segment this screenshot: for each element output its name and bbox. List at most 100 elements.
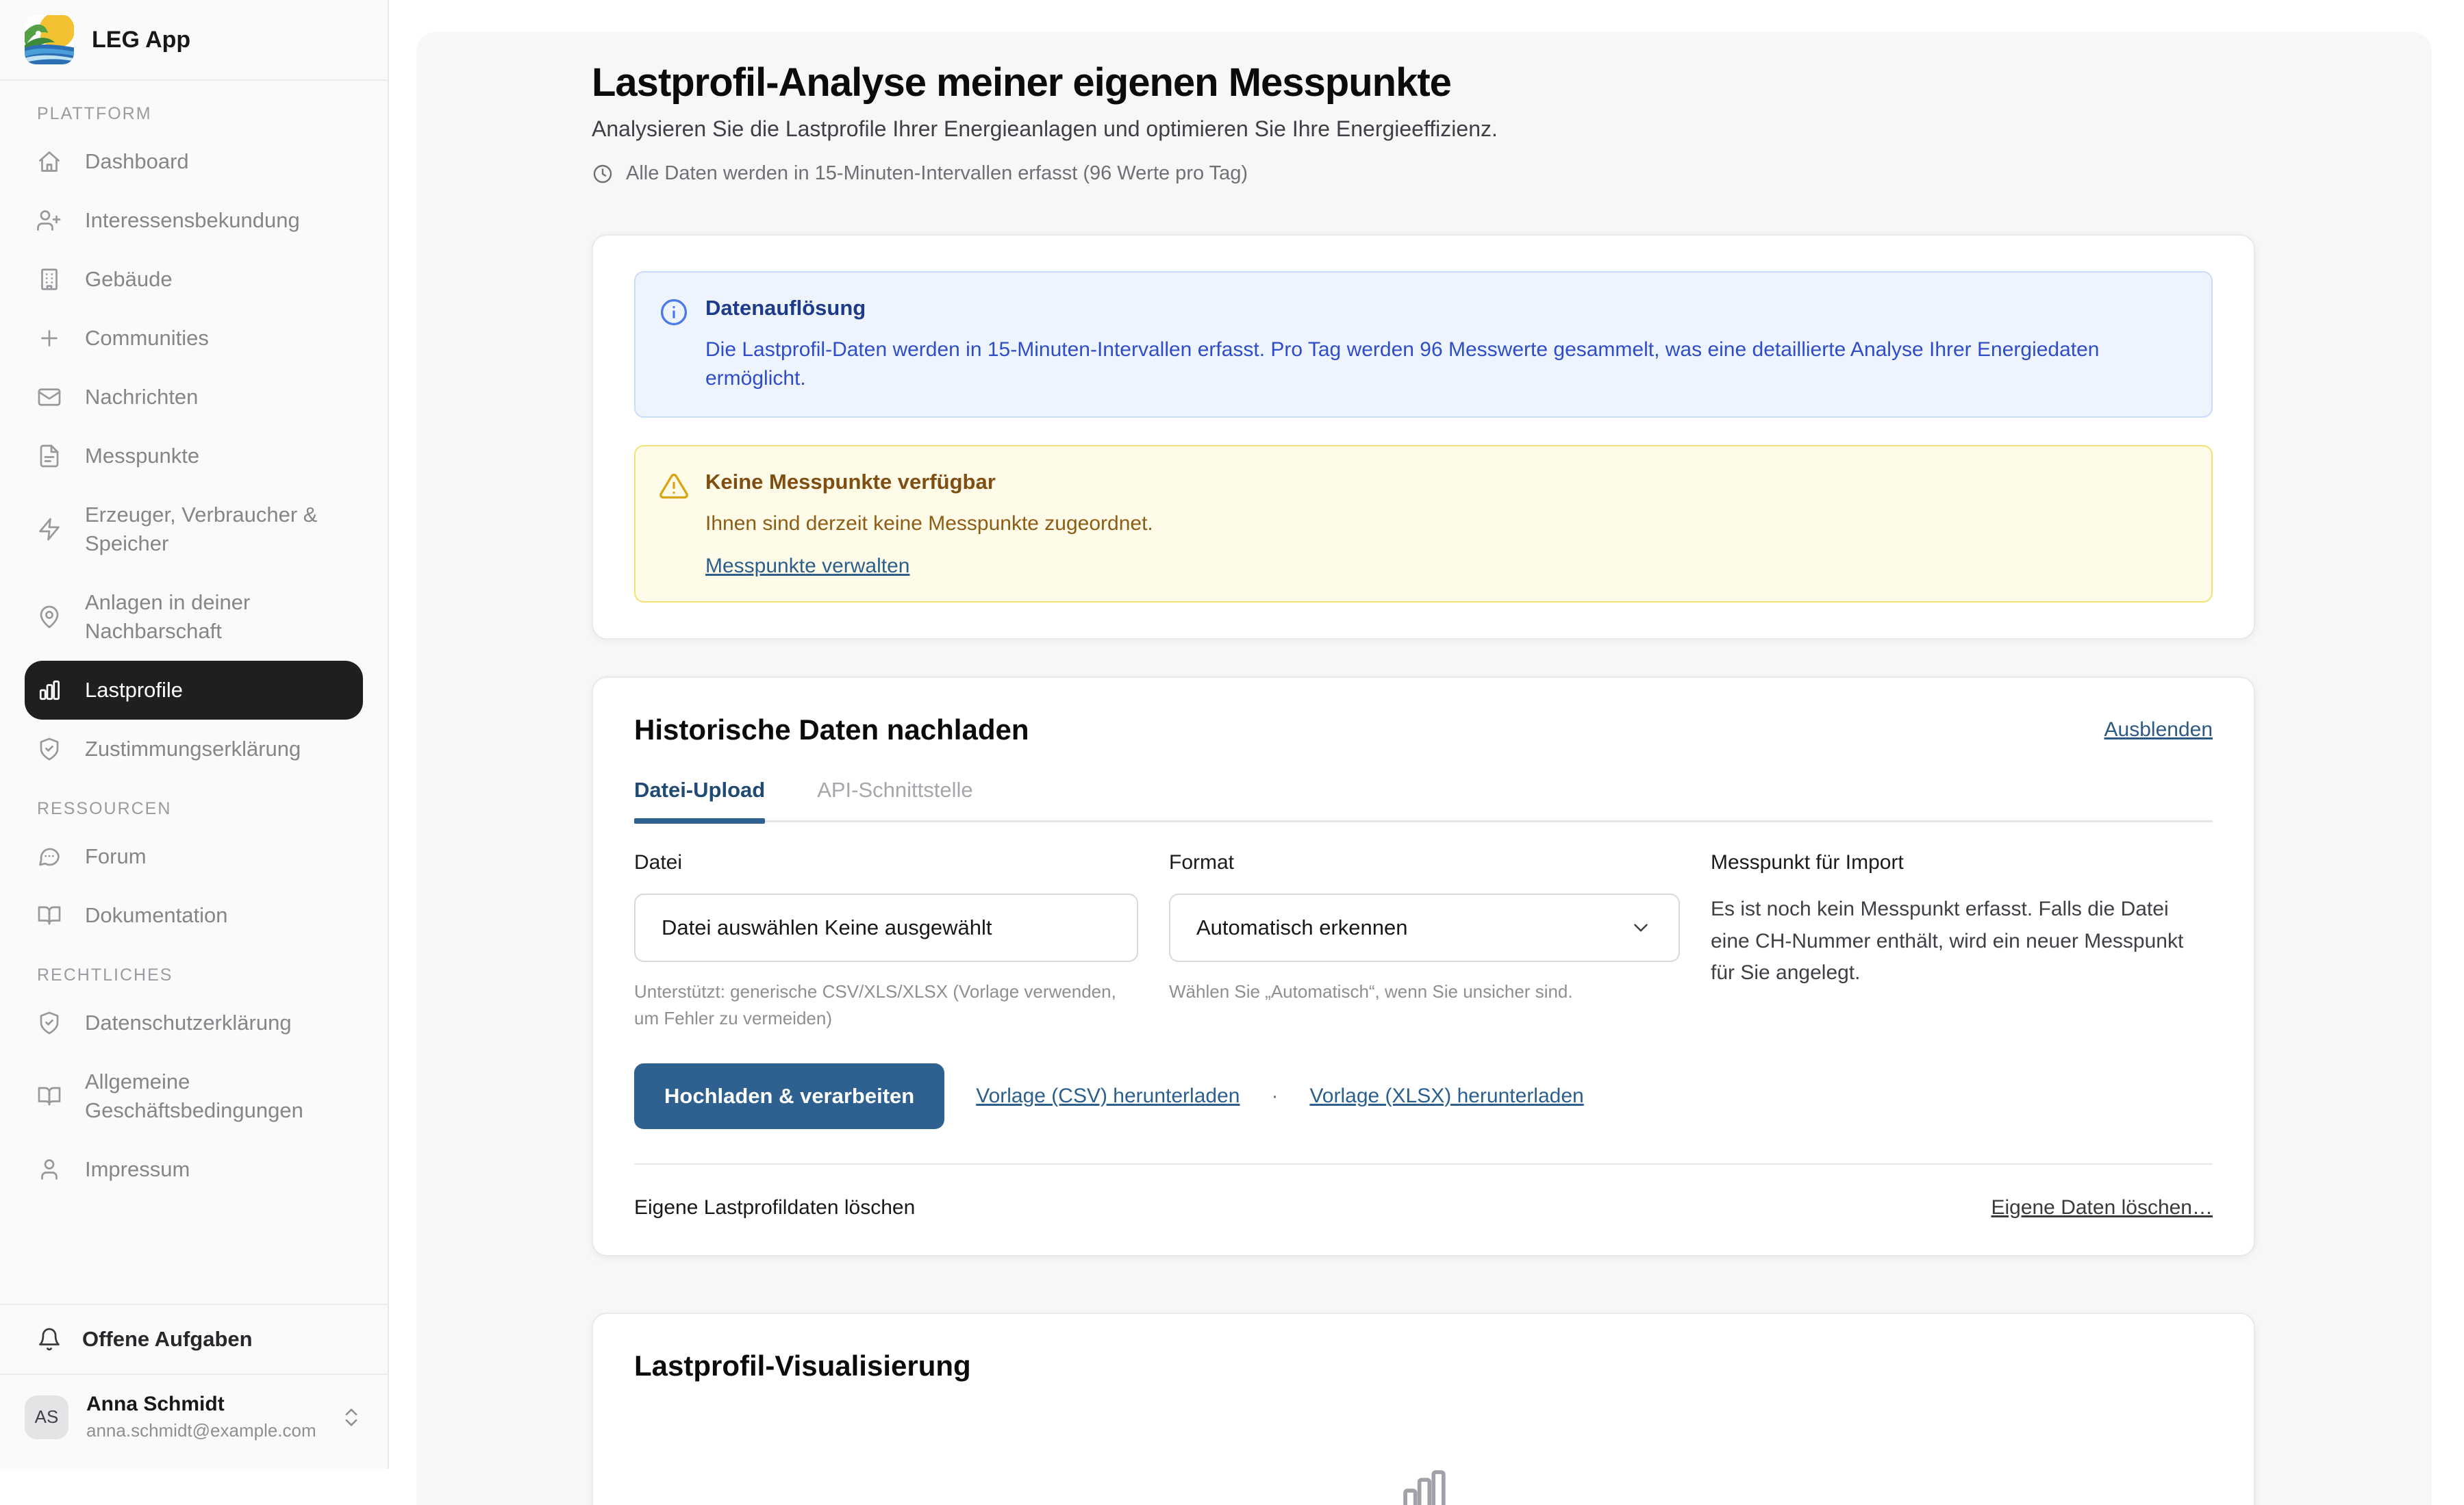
nav-section-label: RESSOURCEN: [37, 799, 363, 819]
sidebar-item-dokumentation[interactable]: Dokumentation: [25, 886, 363, 945]
plus-icon: [37, 326, 62, 351]
sidebar-item-label: Dokumentation: [85, 901, 228, 930]
info-icon: [659, 297, 689, 327]
app-logo-icon: [25, 15, 74, 64]
template-csv-link[interactable]: Vorlage (CSV) herunterladen: [976, 1085, 1240, 1108]
info-notice: Datenauflösung Die Lastprofil-Daten werd…: [634, 271, 2213, 418]
file-helper-text: Unterstützt: generische CSV/XLS/XLSX (Vo…: [634, 978, 1138, 1032]
file-field-column: Datei Datei auswählen Keine ausgewählt U…: [634, 851, 1138, 1032]
messpunkt-label: Messpunkt für Import: [1711, 851, 2213, 874]
warning-notice: Keine Messpunkte verfügbar Ihnen sind de…: [634, 445, 2213, 603]
zap-icon: [37, 517, 62, 542]
warning-notice-title: Keine Messpunkte verfügbar: [705, 470, 1153, 494]
building-icon: [37, 267, 62, 292]
info-notice-body: Die Lastprofil-Daten werden in 15-Minute…: [705, 336, 2188, 393]
sidebar-item-label: Messpunkte: [85, 442, 199, 470]
bar-chart-icon: [1398, 1465, 1450, 1505]
user-plus-icon: [37, 208, 62, 233]
upload-card: Historische Daten nachladen Ausblenden D…: [592, 676, 2255, 1256]
page-subtitle: Analysieren Sie die Lastprofile Ihrer En…: [592, 116, 2255, 142]
book-open-icon: [37, 1084, 62, 1109]
sidebar-item-label: Interessensbekundung: [85, 206, 300, 235]
sidebar-item-label: Anlagen in deiner Nachbarschaft: [85, 588, 351, 646]
sidebar-item-anlagen-in-deiner-nachbarschaft[interactable]: Anlagen in deiner Nachbarschaft: [25, 573, 363, 661]
map-pin-icon: [37, 605, 62, 629]
clock-icon: [592, 163, 614, 185]
warning-notice-body: Ihnen sind derzeit keine Messpunkte zuge…: [705, 512, 1153, 535]
file-input[interactable]: Datei auswählen Keine ausgewählt: [634, 894, 1138, 962]
open-tasks-label: Offene Aufgaben: [82, 1327, 253, 1352]
chevrons-up-down-icon[interactable]: [340, 1406, 363, 1429]
sidebar-item-forum[interactable]: Forum: [25, 827, 363, 886]
empty-state: Keine Daten verfügbar Wählen Sie einen M…: [634, 1465, 2213, 1505]
open-tasks-button[interactable]: Offene Aufgaben: [0, 1304, 388, 1375]
chevron-down-icon: [1629, 916, 1652, 939]
delete-own-data-label: Eigene Lastprofildaten löschen: [634, 1196, 915, 1219]
messpunkt-text: Es ist noch kein Messpunkt erfasst. Fall…: [1711, 894, 2213, 989]
tab-api-schnittstelle[interactable]: API-Schnittstelle: [817, 778, 972, 820]
info-notice-title: Datenauflösung: [705, 296, 2188, 320]
delete-own-data-link[interactable]: Eigene Daten löschen…: [1991, 1196, 2213, 1219]
sidebar-item-label: Gebäude: [85, 265, 173, 294]
visualization-card: Lastprofil-Visualisierung Keine Daten ve…: [592, 1313, 2255, 1505]
sidebar-item-messpunkte[interactable]: Messpunkte: [25, 427, 363, 485]
format-field-column: Format Automatisch erkennen Wählen Sie „…: [1169, 851, 1680, 1032]
sidebar-item-label: Datenschutzerklärung: [85, 1009, 292, 1037]
upload-tabs: Datei-Upload API-Schnittstelle: [634, 778, 2213, 822]
sidebar-item-erzeuger-verbraucher-speicher[interactable]: Erzeuger, Verbraucher & Speicher: [25, 485, 363, 573]
sidebar-item-label: Zustimmungserklärung: [85, 735, 301, 763]
user-menu[interactable]: AS Anna Schmidt anna.schmidt@example.com: [0, 1375, 388, 1469]
hide-link[interactable]: Ausblenden: [2104, 718, 2213, 742]
template-xlsx-link[interactable]: Vorlage (XLSX) herunterladen: [1309, 1085, 1583, 1108]
warning-triangle-icon: [659, 471, 689, 501]
shield-check-icon: [37, 737, 62, 761]
sidebar-item-label: Communities: [85, 324, 209, 353]
sidebar-item-impressum[interactable]: Impressum: [25, 1140, 363, 1199]
sidebar-item-allgemeine-geschäftsbedingungen[interactable]: Allgemeine Geschäftsbedingungen: [25, 1052, 363, 1140]
sidebar-item-gebäude[interactable]: Gebäude: [25, 250, 363, 309]
main-content: Lastprofil-Analyse meiner eigenen Messpu…: [416, 32, 2432, 1505]
sidebar-item-label: Nachrichten: [85, 383, 198, 412]
format-select[interactable]: Automatisch erkennen: [1169, 894, 1680, 962]
sidebar-item-datenschutzerklärung[interactable]: Datenschutzerklärung: [25, 994, 363, 1052]
user-email: anna.schmidt@example.com: [86, 1420, 322, 1441]
bar-chart-icon: [37, 678, 62, 703]
mail-icon: [37, 385, 62, 409]
shield-check-icon: [37, 1011, 62, 1035]
bell-icon: [37, 1327, 62, 1352]
sidebar-item-nachrichten[interactable]: Nachrichten: [25, 368, 363, 427]
sidebar-item-dashboard[interactable]: Dashboard: [25, 132, 363, 191]
manage-messpunkte-link[interactable]: Messpunkte verwalten: [705, 555, 909, 578]
card-divider: [634, 1163, 2213, 1165]
messpunkt-column: Messpunkt für Import Es ist noch kein Me…: [1711, 851, 2213, 1032]
sidebar-item-zustimmungserklärung[interactable]: Zustimmungserklärung: [25, 720, 363, 779]
app-header[interactable]: LEG App: [0, 0, 388, 81]
sidebar-item-label: Allgemeine Geschäftsbedingungen: [85, 1067, 351, 1125]
book-open-icon: [37, 903, 62, 928]
sidebar-item-label: Dashboard: [85, 147, 189, 176]
sidebar-item-interessensbekundung[interactable]: Interessensbekundung: [25, 191, 363, 250]
avatar: AS: [25, 1395, 68, 1439]
home-icon: [37, 149, 62, 174]
format-select-value: Automatisch erkennen: [1196, 915, 1407, 940]
app-title: LEG App: [92, 27, 190, 53]
sidebar-item-label: Erzeuger, Verbraucher & Speicher: [85, 501, 351, 558]
sidebar-item-label: Forum: [85, 842, 147, 871]
file-field-label: Datei: [634, 851, 1138, 874]
upload-button[interactable]: Hochladen & verarbeiten: [634, 1063, 944, 1129]
nav-section: RECHTLICHESDatenschutzerklärungAllgemein…: [25, 965, 363, 1199]
notices-card: Datenauflösung Die Lastprofil-Daten werd…: [592, 234, 2255, 640]
user-name: Anna Schmidt: [86, 1393, 322, 1416]
visualization-title: Lastprofil-Visualisierung: [634, 1350, 2213, 1382]
tab-datei-upload[interactable]: Datei-Upload: [634, 778, 765, 820]
sidebar-item-lastprofile[interactable]: Lastprofile: [25, 661, 363, 720]
nav-section-label: PLATTFORM: [37, 104, 363, 124]
sidebar-nav: PLATTFORM Dashboard Interessensbekundung Ge…: [0, 81, 388, 1304]
sidebar: LEG App PLATTFORM Dashboard Interessensbek…: [0, 0, 389, 1469]
sidebar-item-label: Lastprofile: [85, 676, 183, 705]
sidebar-item-communities[interactable]: Communities: [25, 309, 363, 368]
file-text-icon: [37, 444, 62, 468]
nav-section: PLATTFORM Dashboard Interessensbekundung Ge…: [25, 104, 363, 779]
page-meta: Alle Daten werden in 15-Minuten-Interval…: [592, 162, 2255, 185]
message-circle-icon: [37, 844, 62, 869]
